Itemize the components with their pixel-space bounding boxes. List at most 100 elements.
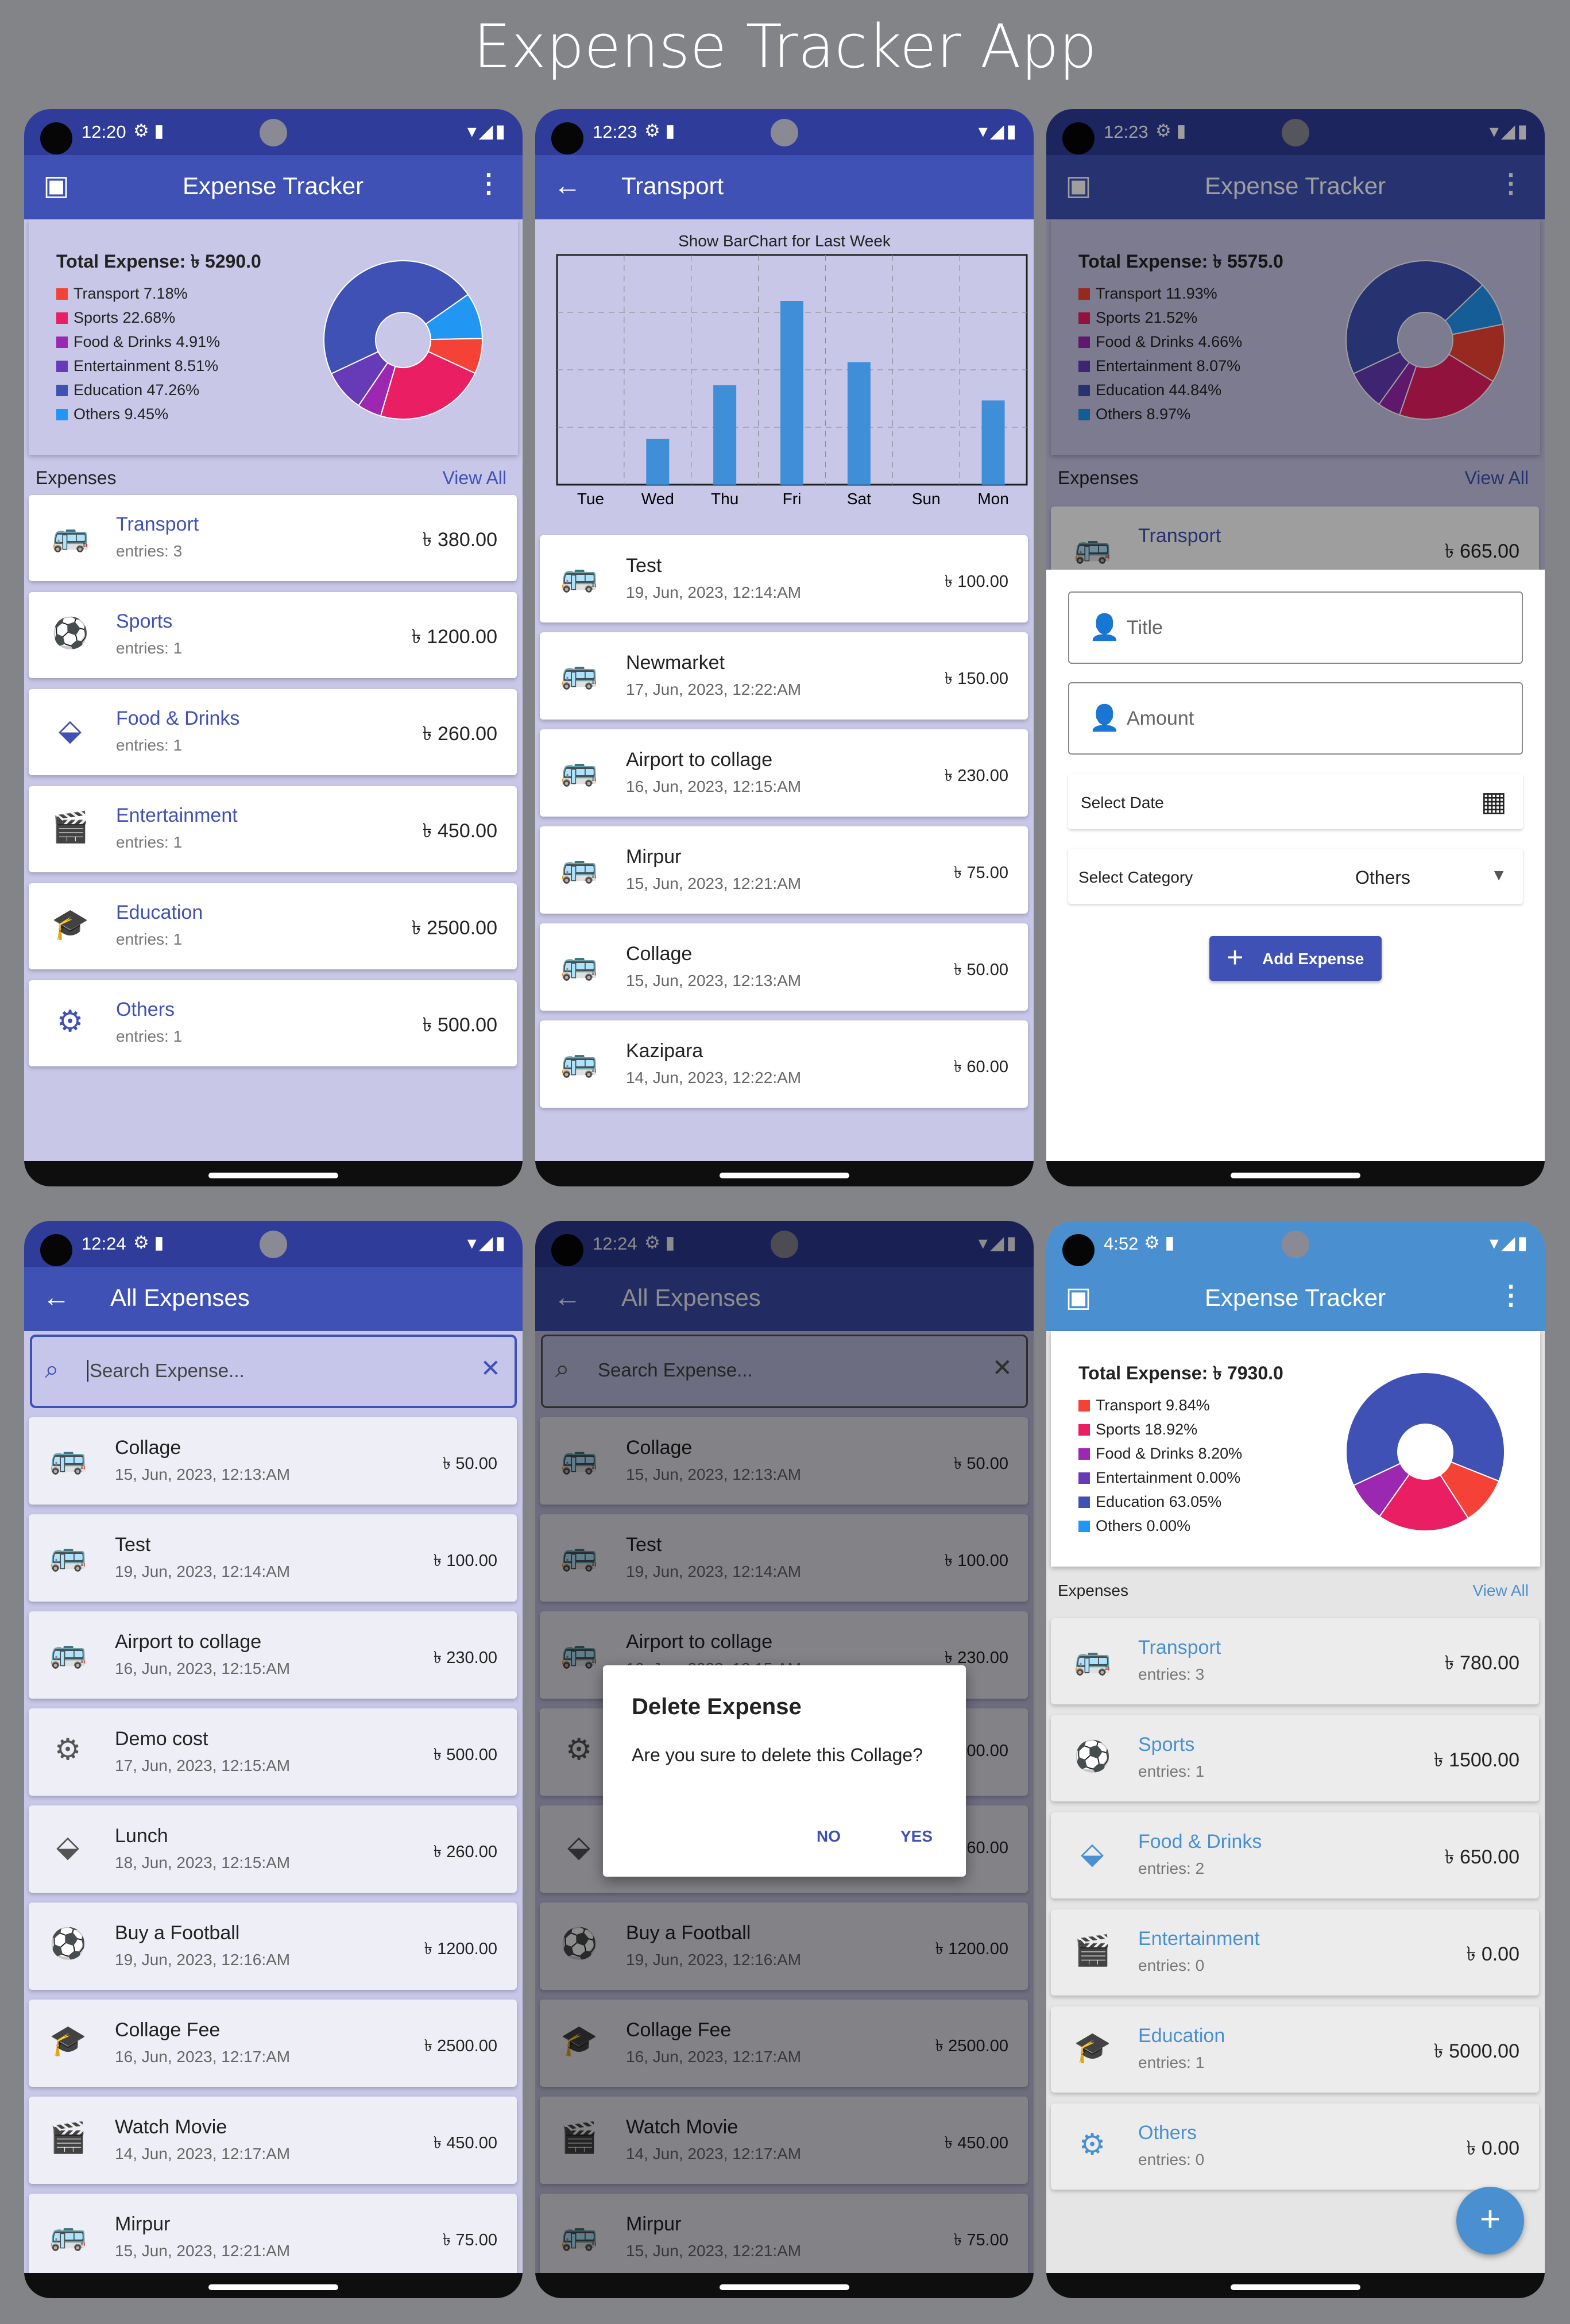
app-title: Expense Tracker	[1205, 1284, 1386, 1311]
expense-entry[interactable]: 🚌 Mirpur 15, Jun, 2023, 12:21:AM ৳ 75.00	[29, 2194, 517, 2273]
category-card-education[interactable]: 🎓 Education entries: 1 ৳ 2500.00	[29, 883, 517, 969]
x-tick-label: Thu	[711, 490, 738, 508]
category-entries: entries: 1	[116, 1027, 183, 1045]
entry-title: Watch Movie	[115, 2116, 227, 2138]
category-card-education[interactable]: 🎓 Education entries: 1 ৳ 5000.00	[1051, 2006, 1539, 2093]
category-card-food[interactable]: ⬙ Food & Drinks entries: 1 ৳ 260.00	[29, 689, 517, 775]
expense-entry[interactable]: 🚌 Airport to collage 16, Jun, 2023, 12:15:…	[29, 1611, 517, 1699]
select-category-field[interactable]: Select Category Others ▼	[1068, 849, 1523, 904]
entry-title: Kazipara	[626, 1040, 703, 1062]
calendar-icon[interactable]: ▦	[1481, 786, 1507, 818]
view-all-link[interactable]: View All	[443, 467, 506, 489]
dialog-no-button[interactable]: NO	[817, 1827, 841, 1846]
x-tick-label: Wed	[641, 490, 674, 508]
entry-title: Collage Fee	[115, 2019, 221, 2041]
front-camera	[1282, 1231, 1309, 1258]
entry-date: 16, Jun, 2023, 12:15:AM	[115, 1660, 291, 1677]
bar-thu	[713, 385, 737, 485]
category-amount: ৳ 780.00	[1444, 1652, 1519, 1674]
bar-wed	[646, 439, 670, 485]
expense-entry[interactable]: 🎓 Collage Fee 16, Jun, 2023, 12:17:AM ৳ 250…	[29, 2000, 517, 2087]
category-entries: entries: 1	[116, 736, 183, 754]
search-bar[interactable]: ⌕ Search Expense... ✕	[30, 1335, 517, 1408]
select-date-field[interactable]: Select Date ▦	[1068, 774, 1523, 829]
title-placeholder: Title	[1127, 617, 1163, 639]
status-bar: 12:24 ⚙ ▮ ▾◢▮	[24, 1221, 523, 1267]
expense-entry[interactable]: ⚽ Buy a Football 19, Jun, 2023, 12:16:AM ৳ …	[29, 1902, 517, 1990]
add-expense-button[interactable]: + Add Expense	[1209, 936, 1382, 981]
expense-entry[interactable]: 🚌 Mirpur 15, Jun, 2023, 12:21:AM ৳ 75.00	[540, 826, 1028, 914]
home-indicator	[1231, 2284, 1360, 2290]
x-tick-label: Tue	[577, 490, 604, 508]
transport-body: Show BarChart for Last Week Tue Wed Thu Fri…	[535, 219, 1034, 1161]
more-options-icon[interactable]: ⋮	[475, 168, 502, 199]
category-card-others[interactable]: ⚙ Others entries: 1 ৳ 500.00	[29, 980, 517, 1066]
add-expense-sheet: 👤 Title 👤 Amount Select Date ▦ Select Ca…	[1046, 570, 1545, 1161]
category-amount: ৳ 5000.00	[1433, 2040, 1519, 2062]
category-amount: ৳ 1200.00	[411, 626, 497, 648]
expense-entry[interactable]: ⬙ Lunch 18, Jun, 2023, 12:15:AM ৳ 260.00	[29, 1805, 517, 1893]
category-name: Sports	[1138, 1734, 1195, 1755]
camera-cutout	[1062, 1234, 1095, 1266]
pie-slice-education	[1345, 1372, 1505, 1487]
status-time: 4:52	[1104, 1233, 1139, 1254]
expense-entry[interactable]: 🚌 Collage 15, Jun, 2023, 12:13:AM ৳ 50.00	[540, 923, 1028, 1011]
expense-entry[interactable]: 🚌 Airport to collage 16, Jun, 2023, 12:15:…	[540, 729, 1028, 817]
entry-amount: ৳ 260.00	[433, 1843, 497, 1861]
wallet-icon: ▣	[43, 171, 69, 201]
expense-entry[interactable]: 🎬 Watch Movie 14, Jun, 2023, 12:17:AM ৳ 450…	[29, 2097, 517, 2184]
dialog-yes-button[interactable]: YES	[900, 1827, 933, 1846]
amount-field[interactable]: 👤 Amount	[1068, 682, 1523, 755]
entry-title: Mirpur	[626, 846, 682, 868]
search-input[interactable]: Search Expense...	[87, 1360, 245, 1382]
entry-amount: ৳ 100.00	[944, 573, 1008, 591]
title-field[interactable]: 👤 Title	[1068, 591, 1523, 664]
gears-icon: ⚙	[54, 1733, 82, 1766]
entry-amount: ৳ 75.00	[442, 2231, 497, 2249]
more-options-icon[interactable]: ⋮	[1498, 1279, 1524, 1310]
category-card-food[interactable]: ⬙ Food & Drinks entries: 2 ৳ 650.00	[1051, 1812, 1539, 1898]
category-card-entertainment[interactable]: 🎬 Entertainment entries: 0 ৳ 0.00	[1051, 1909, 1539, 1996]
category-dropdown-value[interactable]: Others	[1355, 867, 1410, 888]
food-icon: ⬙	[56, 1830, 79, 1863]
graduation-cap-icon: 🎓	[1074, 2031, 1111, 2064]
clear-icon[interactable]: ✕	[481, 1354, 501, 1382]
x-tick-label: Sat	[847, 490, 871, 508]
entry-amount: ৳ 50.00	[442, 1455, 497, 1473]
expense-entry[interactable]: 🚌 Collage 15, Jun, 2023, 12:13:AM ৳ 50.00	[29, 1417, 517, 1505]
expense-entry[interactable]: 🚌 Test 19, Jun, 2023, 12:14:AM ৳ 100.00	[540, 535, 1028, 622]
total-expense: Total Expense: ৳ 5290.0	[56, 251, 261, 272]
app-title: Transport	[621, 172, 724, 199]
expense-entry[interactable]: ⚙ Demo cost 17, Jun, 2023, 12:15:AM ৳ 500.0…	[29, 1708, 517, 1796]
expense-entry[interactable]: 🚌 Newmarket 17, Jun, 2023, 12:22:AM ৳ 150.0…	[540, 632, 1028, 720]
category-name: Education	[1138, 2025, 1225, 2047]
entry-amount: ৳ 150.00	[944, 670, 1008, 688]
x-tick-label: Mon	[977, 490, 1008, 508]
legend-entertainment: Entertainment 8.51%	[74, 357, 219, 374]
food-icon: ⬙	[1081, 1837, 1104, 1870]
soccer-ball-icon: ⚽	[49, 1927, 87, 1960]
category-card-others[interactable]: ⚙ Others entries: 0 ৳ 0.00	[1051, 2103, 1539, 2190]
back-arrow-icon[interactable]: ←	[40, 1282, 72, 1314]
clapperboard-icon: 🎬	[49, 2121, 87, 2155]
category-card-transport[interactable]: 🚌 Transport entries: 3 ৳ 780.00	[1051, 1618, 1539, 1704]
bus-icon: 🚌	[560, 657, 598, 690]
expense-entry[interactable]: 🚌 Test 19, Jun, 2023, 12:14:AM ৳ 100.00	[29, 1514, 517, 1602]
dialog-message: Are you sure to delete this Collage?	[632, 1745, 923, 1765]
category-card-transport[interactable]: 🚌 Transport entries: 3 ৳ 380.00	[29, 495, 517, 581]
expense-entry[interactable]: 🚌 Kazipara 14, Jun, 2023, 12:22:AM ৳ 60.00	[540, 1020, 1028, 1108]
add-fab[interactable]: +	[1456, 2187, 1524, 2255]
category-card-entertainment[interactable]: 🎬 Entertainment entries: 1 ৳ 450.00	[29, 786, 517, 872]
x-tick-label: Sun	[912, 490, 941, 508]
back-arrow-icon[interactable]: ←	[551, 170, 583, 202]
entry-title: Test	[115, 1534, 151, 1556]
category-card-sports[interactable]: ⚽ Sports entries: 1 ৳ 1500.00	[1051, 1715, 1539, 1801]
category-name: Food & Drinks	[1138, 1831, 1262, 1853]
soccer-ball-icon: ⚽	[1074, 1740, 1111, 1773]
app-bar: ← Transport	[535, 155, 1034, 219]
phone-home-2: 4:52 ⚙ ▮ ▾◢▮ ▣ Expense Tracker ⋮ Total E…	[1046, 1221, 1545, 2298]
gears-icon: ⚙	[1078, 2128, 1106, 2161]
chevron-down-icon[interactable]: ▼	[1491, 866, 1507, 884]
view-all-link[interactable]: View All	[1472, 1581, 1529, 1600]
category-card-sports[interactable]: ⚽ Sports entries: 1 ৳ 1200.00	[29, 592, 517, 678]
